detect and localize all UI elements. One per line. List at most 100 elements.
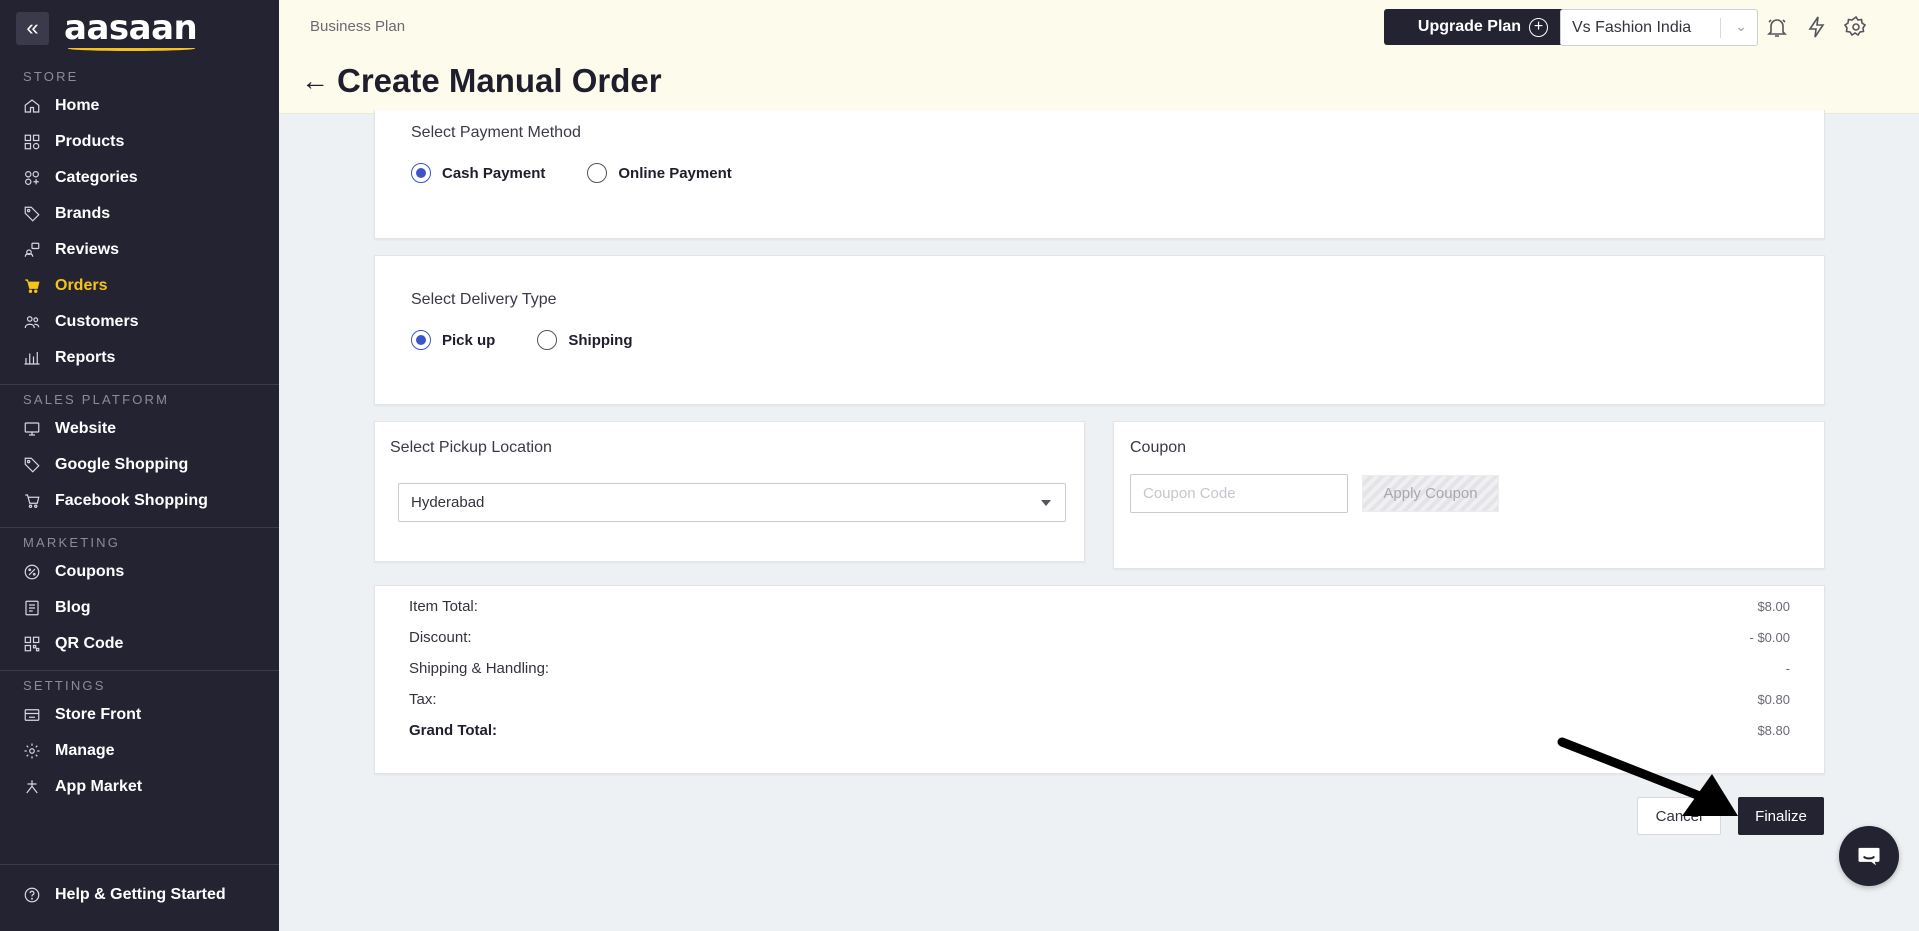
- tax-value: $0.80: [1757, 691, 1790, 707]
- section-sales-platform: SALES PLATFORM: [23, 392, 170, 407]
- sidebar-item-label: Products: [55, 133, 125, 150]
- finalize-button[interactable]: Finalize: [1738, 797, 1824, 835]
- sidebar-item-reviews[interactable]: Reviews: [0, 232, 279, 268]
- app-market-icon: [23, 778, 41, 796]
- cash-payment-radio[interactable]: [411, 163, 431, 183]
- sidebar-item-google-shopping[interactable]: Google Shopping: [0, 447, 279, 483]
- gear-icon: [23, 742, 41, 760]
- sidebar-item-home[interactable]: Home: [0, 88, 279, 124]
- cancel-button[interactable]: Cancel: [1637, 797, 1721, 835]
- sidebar-divider: [0, 527, 279, 528]
- page-title: Create Manual Order: [337, 62, 662, 99]
- payment-method-card: Select Payment Method Cash Payment Onlin…: [374, 110, 1825, 239]
- sidebar-item-label: Website: [55, 420, 117, 437]
- sidebar-item-label: Blog: [55, 599, 91, 616]
- sidebar-item-label: Store Front: [55, 706, 142, 723]
- section-marketing: MARKETING: [23, 535, 121, 550]
- help-icon: [23, 886, 41, 904]
- sidebar-item-label: Home: [55, 97, 100, 114]
- lightning-icon[interactable]: [1805, 15, 1829, 39]
- categories-icon: [23, 169, 41, 187]
- delivery-type-label: Select Delivery Type: [411, 291, 557, 308]
- cash-payment-label[interactable]: Cash Payment: [442, 165, 545, 182]
- shipping-radio[interactable]: [537, 330, 558, 350]
- sidebar-item-facebook-shopping[interactable]: Facebook Shopping: [0, 483, 279, 519]
- sidebar-item-label: Manage: [55, 742, 115, 759]
- pickup-location-select[interactable]: Hyderabad: [398, 483, 1066, 522]
- bar-chart-icon: [23, 349, 41, 367]
- chat-widget-button[interactable]: [1839, 826, 1899, 886]
- reviews-icon: [23, 241, 41, 259]
- discount-label: Discount:: [409, 628, 472, 646]
- sidebar-item-label: Coupons: [55, 563, 125, 580]
- sidebar-item-help[interactable]: Help & Getting Started: [0, 877, 279, 913]
- coupon-code-input[interactable]: [1130, 474, 1348, 513]
- payment-options: Cash Payment Online Payment: [411, 163, 774, 183]
- store-select[interactable]: Vs Fashion India ⌄: [1560, 9, 1758, 46]
- home-icon: [23, 97, 41, 115]
- sidebar-item-manage[interactable]: Manage: [0, 733, 279, 769]
- coupon-card: Coupon Apply Coupon: [1113, 421, 1825, 569]
- upgrade-plan-label: Upgrade Plan: [1417, 18, 1522, 35]
- grand-total-value: $8.80: [1757, 722, 1790, 738]
- collapse-sidebar-icon[interactable]: «: [16, 11, 49, 45]
- sidebar-item-reports[interactable]: Reports: [0, 340, 279, 376]
- sidebar-item-store-front[interactable]: Store Front: [0, 697, 279, 733]
- plus-circle-icon: +: [1529, 17, 1549, 37]
- tag-icon: [23, 456, 41, 474]
- store-front-icon: [23, 706, 41, 724]
- back-arrow-icon[interactable]: ←: [301, 67, 329, 95]
- discount-value: - $0.00: [1749, 629, 1790, 645]
- section-settings: SETTINGS: [23, 678, 106, 693]
- plan-label: Business Plan: [310, 18, 406, 35]
- tag-icon: [23, 205, 41, 223]
- order-summary-card: Item Total: $8.00 Discount: - $0.00 Ship…: [374, 585, 1825, 774]
- shipping-handling-label: Shipping & Handling:: [409, 659, 550, 677]
- sidebar-item-blog[interactable]: Blog: [0, 590, 279, 626]
- item-total-row: Item Total: $8.00: [409, 596, 1790, 616]
- shipping-row: Shipping & Handling: -: [409, 658, 1790, 678]
- sidebar-item-label: Orders: [55, 277, 108, 294]
- sidebar-item-label: Google Shopping: [55, 456, 189, 473]
- sidebar-item-coupons[interactable]: Coupons: [0, 554, 279, 590]
- pickup-label[interactable]: Pick up: [442, 332, 495, 349]
- sidebar-item-qr-code[interactable]: QR Code: [0, 626, 279, 662]
- delivery-options: Pick up Shipping: [411, 330, 675, 350]
- store-select-value: Vs Fashion India: [1572, 18, 1692, 36]
- cart-icon: [23, 492, 41, 510]
- upgrade-plan-button[interactable]: Upgrade Plan +: [1384, 9, 1582, 45]
- pickup-location-label: Select Pickup Location: [390, 439, 552, 456]
- logo[interactable]: aasaan: [64, 8, 198, 51]
- pickup-location-card: Select Pickup Location Hyderabad: [374, 421, 1085, 562]
- online-payment-label[interactable]: Online Payment: [618, 165, 731, 182]
- blog-icon: [23, 599, 41, 617]
- monitor-icon: [23, 420, 41, 438]
- coupon-icon: [23, 563, 41, 581]
- payment-method-label: Select Payment Method: [411, 124, 581, 141]
- products-icon: [23, 133, 41, 151]
- sidebar-item-orders[interactable]: Orders: [0, 268, 279, 304]
- sidebar-divider: [0, 384, 279, 385]
- header: Business Plan ← Create Manual Order Upgr…: [279, 0, 1919, 114]
- sidebar-help: Help & Getting Started: [0, 864, 279, 913]
- apply-coupon-button[interactable]: Apply Coupon: [1362, 475, 1499, 512]
- sidebar-item-label: Categories: [55, 169, 138, 186]
- sidebar-item-customers[interactable]: Customers: [0, 304, 279, 340]
- sidebar-item-brands[interactable]: Brands: [0, 196, 279, 232]
- sidebar-item-label: Brands: [55, 205, 111, 222]
- pickup-radio[interactable]: [411, 330, 431, 350]
- sidebar-item-products[interactable]: Products: [0, 124, 279, 160]
- sidebar-item-app-market[interactable]: App Market: [0, 769, 279, 805]
- settings-gear-icon[interactable]: [1843, 15, 1868, 39]
- sidebar-item-categories[interactable]: Categories: [0, 160, 279, 196]
- bell-icon[interactable]: [1765, 15, 1789, 39]
- shipping-label[interactable]: Shipping: [568, 332, 632, 349]
- online-payment-radio[interactable]: [587, 163, 608, 183]
- chevron-down-icon: ⌄: [1735, 18, 1747, 34]
- sidebar-item-label: Facebook Shopping: [55, 492, 208, 509]
- section-store: STORE: [23, 69, 79, 84]
- customers-icon: [23, 313, 41, 331]
- caret-down-icon: [1041, 500, 1051, 506]
- sidebar-item-website[interactable]: Website: [0, 411, 279, 447]
- pickup-location-value: Hyderabad: [411, 494, 485, 511]
